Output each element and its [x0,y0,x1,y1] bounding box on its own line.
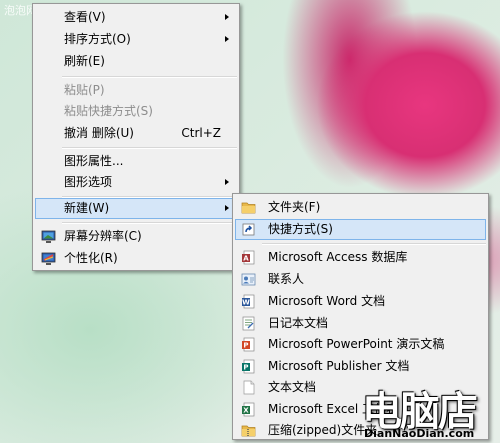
submenu-item-word[interactable]: W Microsoft Word 文档 [235,291,486,312]
journal-icon [242,316,255,331]
word-icon: W [242,294,255,309]
menu-item-label: 查看(V) [64,10,106,24]
svg-text:A: A [243,255,249,263]
excel-icon: X [242,402,255,417]
submenu-item-label: 文件夹(F) [268,200,321,214]
menu-separator [62,76,237,78]
svg-text:P: P [243,364,248,372]
menu-item-label: 屏幕分辨率(C) [64,229,142,243]
menu-item-paste-shortcut[interactable]: 粘贴快捷方式(S) [35,101,237,122]
menu-item-label: 撤消 删除(U) [64,126,134,140]
menu-item-label: 粘贴(P) [64,83,105,97]
menu-item-new[interactable]: 新建(W) [35,198,237,219]
menu-item-label: 排序方式(O) [64,32,131,46]
submenu-item-powerpoint[interactable]: P Microsoft PowerPoint 演示文稿 [235,334,486,355]
submenu-arrow-icon [225,179,229,185]
submenu-item-label: 压缩(zipped)文件夹 [268,423,378,437]
submenu-item-contact[interactable]: 联系人 [235,269,486,290]
personalize-icon [41,252,56,265]
shortcut-label: Ctrl+Z [181,126,221,140]
submenu-item-folder[interactable]: 文件夹(F) [235,197,486,218]
menu-item-label: 新建(W) [64,201,110,215]
desktop-context-menu: 查看(V) 排序方式(O) 刷新(E) 粘贴(P) 粘贴快捷方式(S) 撤消 删… [32,3,240,271]
folder-icon [241,202,256,214]
menu-item-sort-by[interactable]: 排序方式(O) [35,29,237,50]
menu-separator [262,243,486,245]
menu-item-label: 图形选项 [64,175,113,189]
submenu-arrow-icon [225,36,229,42]
svg-text:W: W [242,299,250,307]
submenu-item-label: 快捷方式(S) [268,222,333,236]
access-icon: A [242,250,255,265]
submenu-item-shortcut[interactable]: 快捷方式(S) [235,219,486,240]
menu-item-view[interactable]: 查看(V) [35,7,237,28]
submenu-item-label: Microsoft Publisher 文档 [268,359,410,373]
menu-item-label: 粘贴快捷方式(S) [64,104,153,118]
powerpoint-icon: P [242,337,255,352]
menu-item-label: 图形属性... [64,154,124,168]
logo-url: DianNaoDian.com [364,427,475,440]
menu-item-graphics-properties[interactable]: 图形属性... [35,151,237,172]
menu-item-label: 刷新(E) [64,54,105,68]
svg-text:P: P [243,342,248,350]
menu-item-graphics-options[interactable]: 图形选项 [35,172,237,193]
menu-separator [62,222,237,224]
text-document-icon [243,380,255,395]
submenu-item-label: Microsoft PowerPoint 演示文稿 [268,337,445,351]
submenu-item-label: 日记本文档 [268,316,329,330]
submenu-item-label: 文本文档 [268,380,317,394]
submenu-item-label: 联系人 [268,272,305,286]
svg-text:X: X [243,407,249,415]
zip-folder-icon [241,425,256,437]
submenu-arrow-icon [225,14,229,20]
site-logo: 电脑店 DianNaoDian.com [362,383,496,441]
menu-item-refresh[interactable]: 刷新(E) [35,51,237,72]
menu-item-personalize[interactable]: 个性化(R) [35,248,237,269]
menu-item-screen-resolution[interactable]: 屏幕分辨率(C) [35,226,237,247]
submenu-item-label: Microsoft Word 文档 [268,294,386,308]
submenu-item-journal[interactable]: 日记本文档 [235,313,486,334]
submenu-item-access[interactable]: A Microsoft Access 数据库 [235,247,486,268]
contact-icon [241,273,256,286]
menu-separator [62,147,237,149]
menu-item-label: 个性化(R) [64,251,118,265]
publisher-icon: P [242,359,255,374]
display-icon [41,230,56,243]
menu-item-undo-delete[interactable]: 撤消 删除(U) Ctrl+Z [35,123,237,144]
menu-item-paste[interactable]: 粘贴(P) [35,80,237,101]
submenu-item-publisher[interactable]: P Microsoft Publisher 文档 [235,356,486,377]
submenu-arrow-icon [225,205,229,211]
shortcut-icon [242,223,255,236]
submenu-item-label: Microsoft Access 数据库 [268,250,408,264]
